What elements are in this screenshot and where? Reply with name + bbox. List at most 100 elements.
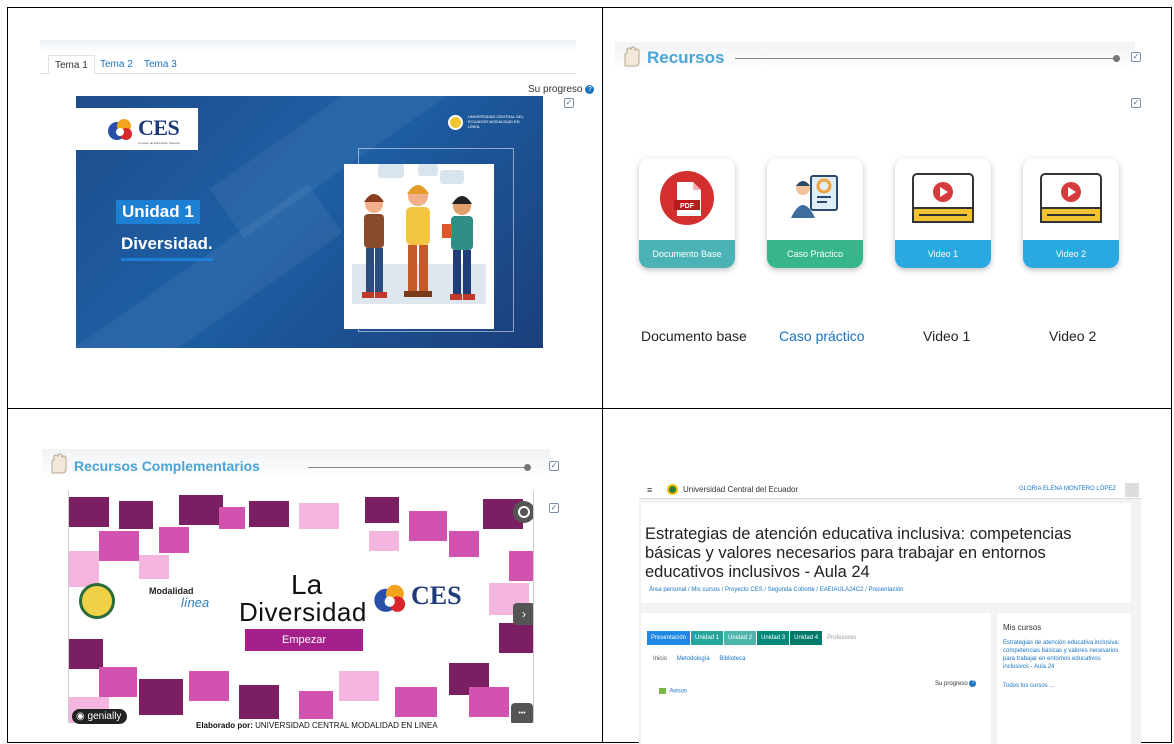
pdf-icon: PDF	[660, 171, 714, 225]
unit-label: Unidad 1	[116, 200, 200, 224]
pdf-icon-label: PDF	[680, 203, 695, 210]
students-illustration	[344, 164, 494, 329]
start-button[interactable]: Empezar	[245, 629, 363, 651]
subtab-biblioteca[interactable]: Biblioteca	[719, 656, 745, 662]
moodle-navbar: ≡ Universidad Central del Ecuador GLORIA…	[639, 481, 1141, 499]
panel-complementary-resources: Recursos Complementarios ✓ ✓ Modalidad l…	[8, 409, 602, 744]
completion-checkbox[interactable]: ✓	[564, 98, 574, 108]
link-caso-practico[interactable]: Caso práctico	[779, 328, 865, 344]
tab-tema-1[interactable]: Tema 1	[48, 55, 95, 74]
all-courses-link[interactable]: Todos los cursos ...	[1003, 683, 1054, 689]
section-header: Recursos	[615, 42, 1135, 74]
video-player-icon	[912, 173, 974, 223]
unit-banner-image: CES Consejo de Educación Superior UNIVER…	[76, 96, 543, 348]
progress-text: Su progreso	[528, 84, 583, 95]
link-video-1[interactable]: Video 1	[923, 328, 970, 344]
video-player-icon	[1040, 173, 1102, 223]
resource-card-caso-practico[interactable]: Caso Práctico	[767, 158, 863, 268]
help-icon[interactable]: ?	[969, 680, 977, 687]
resource-card-video-2[interactable]: Video 2	[1023, 158, 1119, 268]
unit-tabs: Presentación Unidad 1 Unidad 2 Unidad 3 …	[647, 631, 861, 645]
settings-icon[interactable]	[513, 501, 533, 523]
link-video-2[interactable]: Video 2	[1049, 328, 1096, 344]
ces-logo-icon	[374, 584, 406, 612]
section-title: Recursos	[647, 48, 725, 67]
sub-tabs: Inicio Metodología Biblioteca	[653, 656, 753, 662]
university-logo-icon	[667, 484, 678, 495]
course-header: Estrategias de atención educativa inclus…	[641, 503, 1131, 603]
topic-tabs: Tema 1 Tema 2 Tema 3	[40, 40, 576, 74]
tab-unidad-4[interactable]: Unidad 4	[790, 631, 823, 645]
ces-logo-icon	[108, 119, 132, 140]
menu-icon[interactable]: ≡	[647, 485, 652, 495]
genially-badge[interactable]: ◉ genially	[72, 709, 128, 724]
genially-label: genially	[87, 711, 122, 722]
ucentral-logo-text: UNIVERSIDAD CENTRAL DEL ECUADOR MODALIDA…	[468, 114, 524, 129]
resource-card-caption: Video 2	[1023, 240, 1119, 268]
more-options-button[interactable]: •••	[511, 703, 533, 723]
hand-icon	[51, 453, 67, 474]
avisos-link[interactable]: Avisos	[659, 688, 687, 695]
genially-logo-icon: ◉	[76, 711, 85, 722]
moodle-page: Estrategias de atención educativa inclus…	[639, 499, 1141, 744]
university-seal-icon	[79, 583, 115, 619]
avatar[interactable]	[1125, 483, 1139, 497]
section-title: Recursos Complementarios	[74, 458, 260, 474]
presentation-title-line2: Diversidad	[239, 597, 367, 627]
link-documento-base[interactable]: Documento base	[641, 328, 747, 344]
presenter-icon	[791, 175, 838, 218]
completion-checkbox[interactable]: ✓	[549, 503, 559, 513]
site-name[interactable]: Universidad Central del Ecuador	[683, 485, 798, 494]
unit-title: Diversidad.	[121, 234, 213, 261]
credit-prefix: Elaborado por:	[196, 721, 253, 730]
forum-icon	[659, 688, 666, 694]
resource-card-caption: Documento Base	[639, 240, 735, 268]
credit-line: Elaborado por: UNIVERSIDAD CENTRAL MODAL…	[196, 721, 438, 730]
tab-unidad-1[interactable]: Unidad 1	[691, 631, 724, 645]
university-seal-icon	[448, 115, 463, 130]
tab-unidad-2[interactable]: Unidad 2	[724, 631, 757, 645]
progress-text: Su progreso	[935, 681, 968, 688]
ces-logo-card: CES Consejo de Educación Superior	[76, 108, 198, 150]
section-header: Recursos Complementarios	[42, 449, 550, 481]
hand-icon	[624, 46, 640, 67]
panel-moodle-course: ≡ Universidad Central del Ecuador GLORIA…	[603, 409, 1173, 744]
course-title: Estrategias de atención educativa inclus…	[645, 525, 1072, 581]
course-content: Presentación Unidad 1 Unidad 2 Unidad 3 …	[641, 613, 991, 744]
linea-logo-text: línea	[181, 595, 210, 610]
tab-tema-2[interactable]: Tema 2	[94, 55, 139, 74]
subtab-inicio[interactable]: Inicio	[653, 656, 667, 662]
ces-logo-subtitle: Consejo de Educación Superior	[138, 141, 181, 145]
resource-card-video-1[interactable]: Video 1	[895, 158, 991, 268]
ces-logo-text: CES	[138, 115, 180, 140]
avisos-label: Avisos	[669, 688, 687, 695]
user-menu[interactable]: GLORIA ELENA MONTERO LÓPEZ	[1019, 486, 1116, 492]
subtab-metodologia[interactable]: Metodología	[677, 656, 710, 662]
tab-profesores[interactable]: Profesores	[823, 631, 861, 645]
course-link[interactable]: Estrategias de atención educativa inclus…	[1003, 639, 1127, 671]
section-divider-dot	[1113, 55, 1120, 62]
my-courses-block: Mis cursos Estrategias de atención educa…	[997, 613, 1131, 744]
next-slide-button[interactable]: ›	[513, 603, 533, 625]
completion-checkbox[interactable]: ✓	[1131, 98, 1141, 108]
settings-icon-glyph	[518, 506, 530, 518]
progress-label: Su progreso ?	[528, 84, 595, 95]
ucentral-logo: UNIVERSIDAD CENTRAL DEL ECUADOR MODALIDA…	[448, 114, 528, 132]
students-illustration-icon	[344, 164, 494, 329]
section-divider	[308, 467, 524, 468]
progress-label: Su progreso ?	[935, 680, 977, 688]
completion-checkbox[interactable]: ✓	[549, 461, 559, 471]
section-divider-dot	[524, 464, 531, 471]
panel-resources: Recursos ✓ ✓ PDF Documento Base Caso Prá…	[603, 8, 1173, 408]
section-divider	[735, 58, 1115, 59]
tab-presentacion[interactable]: Presentación	[647, 631, 691, 645]
completion-checkbox[interactable]: ✓	[1131, 52, 1141, 62]
resource-card-caption: Video 1	[895, 240, 991, 268]
tab-tema-3[interactable]: Tema 3	[138, 55, 183, 74]
tab-unidad-3[interactable]: Unidad 3	[757, 631, 790, 645]
credit-text: UNIVERSIDAD CENTRAL MODALIDAD EN LINEA	[255, 721, 438, 730]
ces-logo-text: CES	[411, 581, 462, 610]
genially-presentation[interactable]: Modalidad línea La Diversidad CES Empeza…	[68, 491, 534, 723]
resource-card-documento-base[interactable]: PDF Documento Base	[639, 158, 735, 268]
help-icon[interactable]: ?	[585, 84, 595, 94]
